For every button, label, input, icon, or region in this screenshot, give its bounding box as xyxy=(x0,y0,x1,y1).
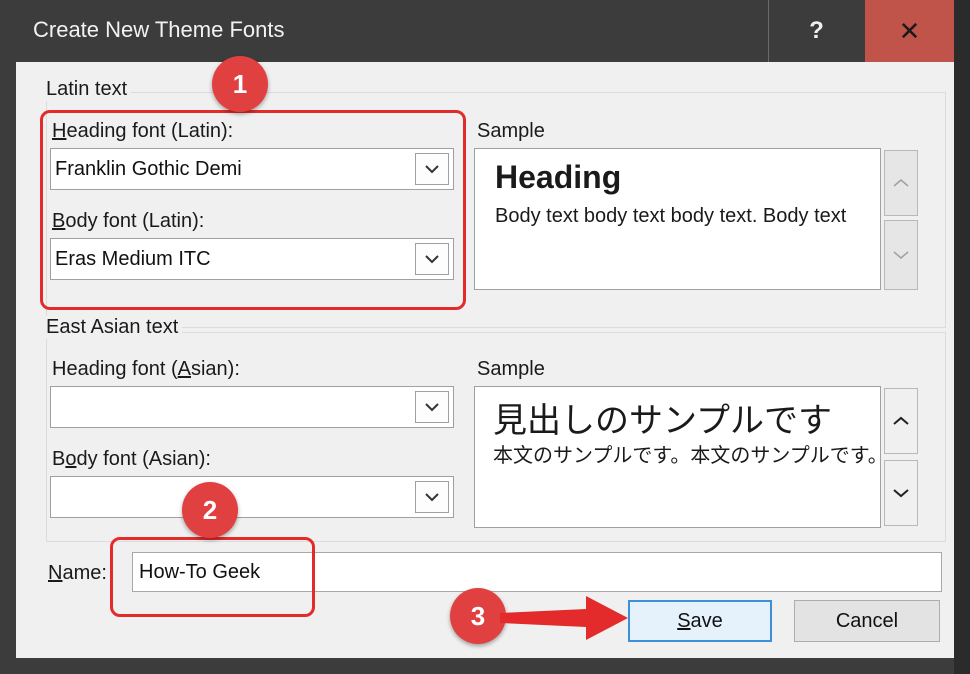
name-label: Name: xyxy=(48,562,107,584)
save-button[interactable]: Save xyxy=(628,600,772,642)
asian-sample-heading: 見出しのサンプルです xyxy=(493,401,832,441)
asian-sample-body: 本文のサンプルです。本文のサンプルです。 xyxy=(493,443,881,467)
asian-group-label: East Asian text xyxy=(46,316,183,339)
chevron-down-icon[interactable] xyxy=(415,391,449,423)
dialog-title: Create New Theme Fonts xyxy=(33,17,285,42)
latin-sample-body: Body text body text body text. Body text xyxy=(495,205,847,227)
cancel-button[interactable]: Cancel xyxy=(794,600,940,642)
close-button[interactable]: ✕ xyxy=(865,0,954,62)
heading-font-asian-label: Heading font (Asian): xyxy=(52,358,240,380)
chevron-up-icon xyxy=(893,179,909,187)
body-font-asian-select[interactable] xyxy=(50,476,454,518)
asian-sample-scroll-down[interactable] xyxy=(884,460,918,526)
asian-sample-scroll-up[interactable] xyxy=(884,388,918,454)
chevron-up-icon xyxy=(893,416,909,425)
latin-sample-label: Sample xyxy=(477,120,545,142)
step-1-badge: 1 xyxy=(212,56,268,112)
title-bar: Create New Theme Fonts ? ✕ xyxy=(0,0,970,62)
create-theme-fonts-dialog: Create New Theme Fonts ? ✕ Latin text He… xyxy=(0,0,970,674)
help-icon: ? xyxy=(809,17,824,44)
latin-sample-scroll-down xyxy=(884,220,918,290)
step-3-badge: 3 xyxy=(450,588,506,644)
window-edge xyxy=(954,0,970,674)
body-font-asian-label: Body font (Asian): xyxy=(52,448,211,470)
chevron-down-icon xyxy=(893,251,909,259)
asian-sample-preview: 見出しのサンプルです 本文のサンプルです。本文のサンプルです。 xyxy=(474,386,881,528)
heading-font-asian-select[interactable] xyxy=(50,386,454,428)
latin-sample-heading: Heading xyxy=(495,159,622,195)
latin-sample-preview: Heading Body text body text body text. B… xyxy=(474,148,881,290)
latin-sample-scroll-up xyxy=(884,150,918,216)
close-icon: ✕ xyxy=(898,15,921,46)
arrow-icon xyxy=(500,596,628,640)
highlight-latin-fonts xyxy=(40,110,466,310)
help-button[interactable]: ? xyxy=(768,0,864,62)
chevron-down-icon xyxy=(893,489,909,498)
asian-sample-label: Sample xyxy=(477,358,545,380)
highlight-name-field xyxy=(110,537,315,617)
latin-group-label: Latin text xyxy=(46,78,132,101)
step-2-badge: 2 xyxy=(182,482,238,538)
chevron-down-icon[interactable] xyxy=(415,481,449,513)
